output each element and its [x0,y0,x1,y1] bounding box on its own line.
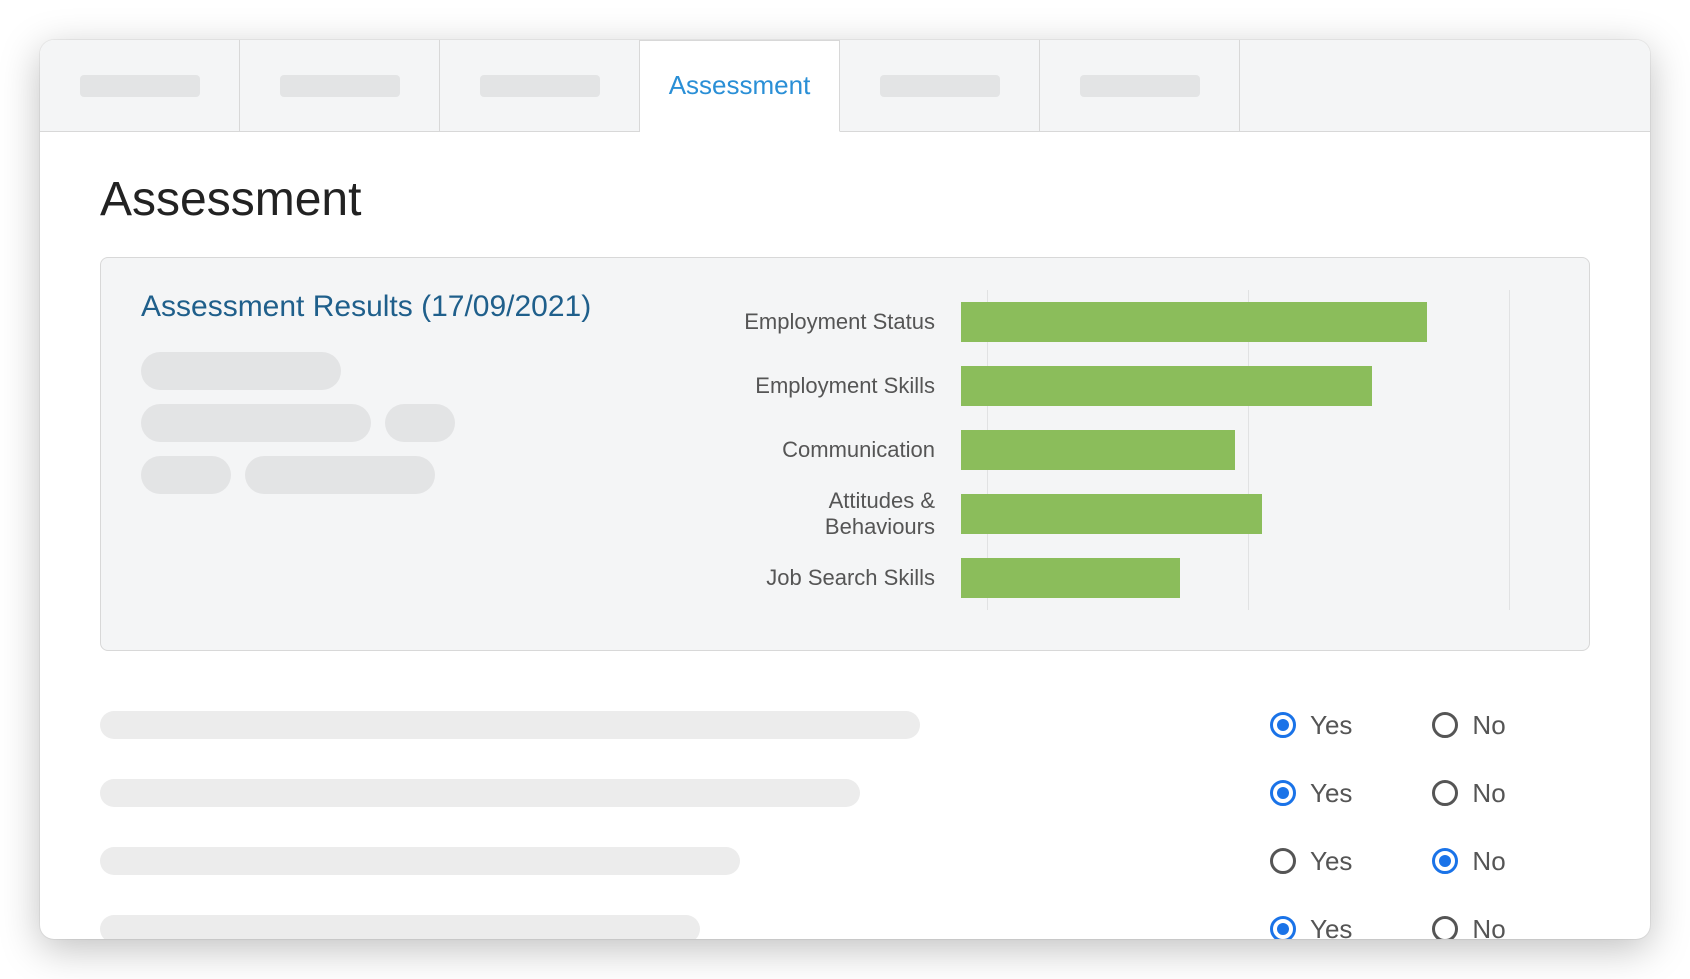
results-panel-left: Assessment Results (17/09/2021) [141,290,701,610]
chart-category-label: Job Search Skills [721,565,961,591]
chart-track [961,430,1509,470]
chart-row: Employment Skills [721,354,1509,418]
tab-1[interactable] [240,40,440,131]
tab-5[interactable] [1040,40,1240,131]
chart-track [961,558,1509,598]
radio-label: Yes [1310,710,1352,741]
radio-icon [1270,780,1296,806]
question-text-placeholder [100,847,740,875]
radio-option-no[interactable]: No [1432,914,1505,940]
question-row: Yes No [100,827,1590,895]
radio-option-yes[interactable]: Yes [1270,778,1352,809]
radio-label: No [1472,914,1505,940]
radio-icon [1432,848,1458,874]
chart-track [961,366,1509,406]
radio-option-no[interactable]: No [1432,846,1505,877]
radio-icon [1270,848,1296,874]
chart-bar [961,558,1180,598]
placeholder-pill [385,404,455,442]
radio-option-no[interactable]: No [1432,778,1505,809]
tab-label: Assessment [669,70,811,101]
chart-track [961,302,1509,342]
results-bar-chart: Employment Status Employment Skills Commun… [721,290,1549,610]
chart-track [961,494,1509,534]
chart-bar [961,366,1372,406]
radio-icon [1432,916,1458,939]
chart-row: Attitudes & Behaviours [721,482,1509,546]
radio-option-no[interactable]: No [1432,710,1505,741]
tab-placeholder [480,75,600,97]
radio-label: Yes [1310,914,1352,940]
chart-bar [961,494,1262,534]
question-list: Yes No Yes No Yes No Yes No [100,691,1590,939]
placeholder-pill [245,456,435,494]
question-row: Yes No [100,759,1590,827]
radio-option-yes[interactable]: Yes [1270,846,1352,877]
app-window: Assessment Assessment Assessment Results… [40,40,1650,939]
radio-label: No [1472,846,1505,877]
radio-icon [1270,712,1296,738]
chart-bar [961,302,1427,342]
tab-placeholder [80,75,200,97]
chart-row: Communication [721,418,1509,482]
radio-label: No [1472,778,1505,809]
radio-icon [1270,916,1296,939]
placeholder-pill [141,352,341,390]
question-row: Yes No [100,895,1590,939]
tab-placeholder [1080,75,1200,97]
placeholder-pill [141,456,231,494]
radio-label: Yes [1310,778,1352,809]
radio-icon [1432,712,1458,738]
tab-placeholder [880,75,1000,97]
chart-category-label: Communication [721,437,961,463]
placeholder-pill [141,404,371,442]
content-area: Assessment Assessment Results (17/09/202… [40,132,1650,939]
chart-row: Employment Status [721,290,1509,354]
tab-placeholder [280,75,400,97]
tab-assessment[interactable]: Assessment [640,40,840,132]
page-title: Assessment [100,172,1590,227]
answer-options: Yes No [1210,914,1590,940]
answer-options: Yes No [1210,846,1590,877]
chart-category-label: Employment Skills [721,373,961,399]
question-text-placeholder [100,915,700,939]
tab-2[interactable] [440,40,640,131]
chart-category-label: Employment Status [721,309,961,335]
results-panel-title: Assessment Results (17/09/2021) [141,290,701,324]
radio-label: No [1472,710,1505,741]
chart-bar [961,430,1235,470]
answer-options: Yes No [1210,778,1590,809]
radio-icon [1432,780,1458,806]
question-text-placeholder [100,779,860,807]
radio-option-yes[interactable]: Yes [1270,914,1352,940]
radio-label: Yes [1310,846,1352,877]
results-panel: Assessment Results (17/09/2021) Employme… [100,257,1590,651]
question-row: Yes No [100,691,1590,759]
chart-category-label: Attitudes & Behaviours [721,488,961,540]
tab-bar: Assessment [40,40,1650,132]
tab-0[interactable] [40,40,240,131]
question-text-placeholder [100,711,920,739]
radio-option-yes[interactable]: Yes [1270,710,1352,741]
tab-4[interactable] [840,40,1040,131]
chart-row: Job Search Skills [721,546,1509,610]
answer-options: Yes No [1210,710,1590,741]
